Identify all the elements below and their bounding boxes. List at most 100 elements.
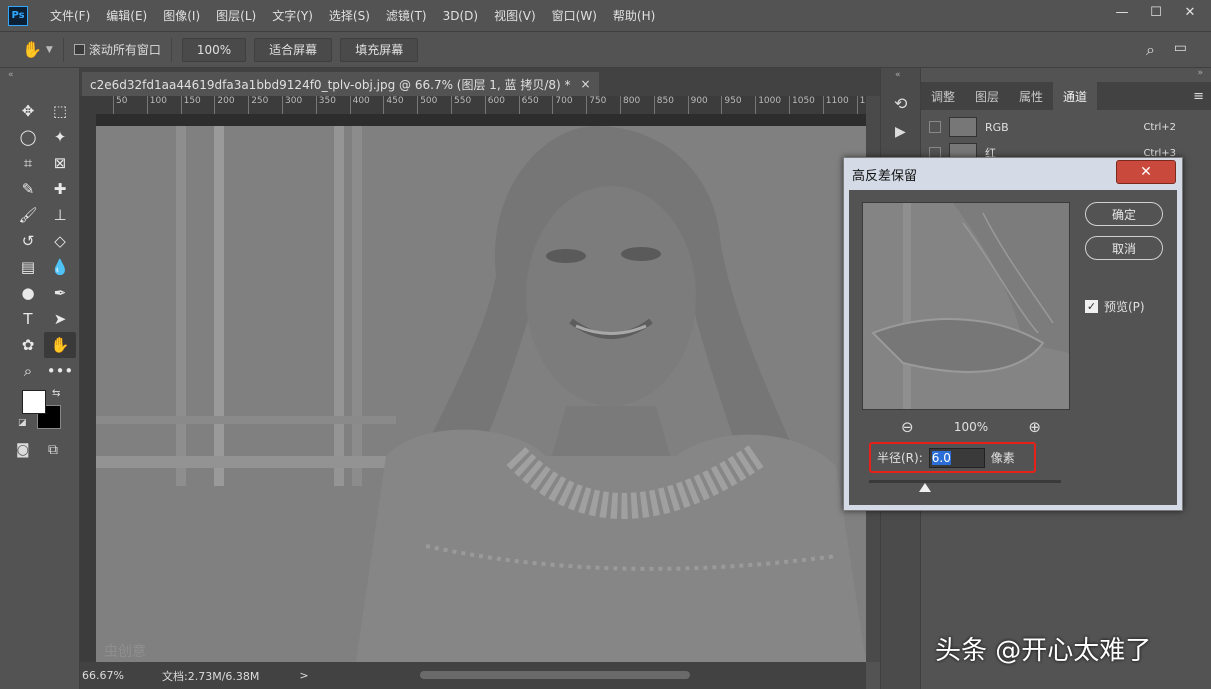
radius-slider-track[interactable] bbox=[869, 480, 1061, 483]
panel-menu-icon[interactable]: ≡ bbox=[1193, 89, 1204, 104]
menu-filter[interactable]: 滤镜(T) bbox=[378, 7, 435, 24]
eraser-tool-icon[interactable]: ◇ bbox=[44, 228, 76, 254]
document-tab[interactable]: c2e6d32fd1aa44619dfa3a1bbd9124f0_tplv-ob… bbox=[82, 72, 599, 96]
preview-option[interactable]: ✓ 预览(P) bbox=[1085, 298, 1145, 315]
ruler-tick-label: 100 bbox=[146, 96, 167, 114]
minimize-icon[interactable]: — bbox=[1107, 2, 1137, 22]
zoom-readout[interactable]: 66.67% bbox=[82, 669, 152, 682]
menu-window[interactable]: 窗口(W) bbox=[544, 7, 605, 24]
expand-icon[interactable]: » bbox=[1197, 68, 1203, 78]
search-icon[interactable]: ⌕ bbox=[1146, 40, 1155, 60]
brush-tool-icon[interactable]: 🖌 bbox=[12, 202, 44, 228]
radius-slider-thumb[interactable] bbox=[919, 483, 931, 492]
ruler-tick-label: 450 bbox=[383, 96, 404, 114]
svg-text:虫创意: 虫创意 bbox=[104, 643, 146, 660]
ruler-tick-label: 200 bbox=[214, 96, 235, 114]
preview-checkbox[interactable]: ✓ bbox=[1085, 300, 1098, 313]
hand-tool-icon[interactable]: ✋ bbox=[44, 332, 76, 358]
shape-tool-icon[interactable]: ✿ bbox=[12, 332, 44, 358]
more-tools-icon[interactable]: ••• bbox=[44, 358, 76, 384]
zoom-tool-icon[interactable]: ⌕ bbox=[12, 358, 44, 384]
move-tool-icon[interactable]: ✥ bbox=[12, 98, 44, 124]
default-colors-icon[interactable]: ◪ bbox=[18, 418, 27, 428]
path-select-tool-icon[interactable]: ➤ bbox=[44, 306, 76, 332]
magic-wand-tool-icon[interactable]: ✦ bbox=[44, 124, 76, 150]
menu-edit[interactable]: 编辑(E) bbox=[98, 7, 155, 24]
vertical-ruler bbox=[80, 96, 96, 662]
canvas-area[interactable]: 虫创意 bbox=[96, 114, 866, 662]
cancel-button[interactable]: 取消 bbox=[1085, 236, 1163, 260]
stamp-tool-icon[interactable]: ⊥ bbox=[44, 202, 76, 228]
menu-select[interactable]: 选择(S) bbox=[321, 7, 378, 24]
radius-unit: 像素 bbox=[990, 451, 1015, 465]
preview-zoom-level: 100% bbox=[953, 420, 989, 434]
ruler-tick-label: 800 bbox=[620, 96, 640, 114]
fill-screen-button[interactable]: 填充屏幕 bbox=[340, 37, 419, 62]
scroll-all-checkbox[interactable] bbox=[73, 44, 85, 55]
type-tool-icon[interactable]: T bbox=[12, 306, 44, 332]
collapse-icon[interactable]: « bbox=[8, 70, 14, 80]
close-window-icon[interactable]: ✕ bbox=[1175, 2, 1205, 22]
maximize-icon[interactable]: ☐ bbox=[1141, 2, 1171, 22]
menu-layer[interactable]: 图层(L) bbox=[208, 7, 264, 24]
tab-channels[interactable]: 通道 bbox=[1053, 82, 1098, 110]
workspace-icon[interactable]: ▭ bbox=[1174, 40, 1187, 56]
ruler-tick-label: 400 bbox=[349, 96, 370, 114]
ruler-tick-label: 1000 bbox=[755, 96, 781, 114]
dodge-tool-icon[interactable]: ● bbox=[12, 280, 44, 306]
quick-mask-icon[interactable]: ◙ bbox=[16, 442, 30, 458]
foreground-color-swatch[interactable] bbox=[22, 390, 46, 414]
ok-button[interactable]: 确定 bbox=[1085, 202, 1163, 226]
high-pass-dialog: 高反差保留 ✕ ⊖ 100% ⊕ 半径(R): 6.0 像素 确定 取消 ✓ 预… bbox=[843, 157, 1183, 511]
history-panel-icon[interactable]: ⟲ bbox=[894, 94, 907, 113]
hand-tool-icon[interactable]: ✋ bbox=[22, 40, 42, 59]
zoom-100-button[interactable]: 100% bbox=[181, 37, 247, 62]
ruler-tick-label: 500 bbox=[417, 96, 437, 114]
menu-file[interactable]: 文件(F) bbox=[42, 7, 98, 24]
dialog-close-button[interactable]: ✕ bbox=[1116, 160, 1176, 184]
menu-image[interactable]: 图像(I) bbox=[155, 7, 208, 24]
ruler-tick-label: 900 bbox=[687, 96, 708, 114]
tab-adjustments[interactable]: 调整 bbox=[921, 82, 965, 110]
screen-mode-icon[interactable]: ⧉ bbox=[48, 442, 58, 458]
radius-input[interactable]: 6.0 bbox=[928, 447, 985, 468]
tab-layers[interactable]: 图层 bbox=[965, 82, 1009, 110]
menu-view[interactable]: 视图(V) bbox=[486, 7, 544, 24]
channel-row-rgb[interactable]: RGB Ctrl+2 bbox=[921, 114, 1211, 140]
menu-3d[interactable]: 3D(D) bbox=[435, 9, 486, 23]
gradient-tool-icon[interactable]: ▤ bbox=[12, 254, 44, 280]
chevron-down-icon[interactable]: ▼ bbox=[46, 45, 53, 55]
document-tab-bar: c2e6d32fd1aa44619dfa3a1bbd9124f0_tplv-ob… bbox=[80, 68, 880, 96]
close-tab-icon[interactable]: × bbox=[581, 77, 591, 91]
history-brush-tool-icon[interactable]: ↺ bbox=[12, 228, 44, 254]
zoom-in-icon[interactable]: ⊕ bbox=[1028, 418, 1041, 436]
visibility-icon[interactable] bbox=[929, 121, 941, 133]
eyedropper-tool-icon[interactable]: ✎ bbox=[12, 176, 44, 202]
marquee-tool-icon[interactable]: ⬚ bbox=[44, 98, 76, 124]
options-bar: ✋ ▼ 滚动所有窗口 100% 适合屏幕 填充屏幕 ⌕ ▭ bbox=[0, 32, 1211, 68]
ruler-tick-label: 700 bbox=[552, 96, 573, 114]
filter-preview[interactable] bbox=[862, 202, 1070, 410]
crop-tool-icon[interactable]: ⌗ bbox=[12, 150, 44, 176]
horizontal-scrollbar[interactable] bbox=[420, 671, 690, 679]
swap-colors-icon[interactable]: ⇆ bbox=[52, 388, 60, 399]
pen-tool-icon[interactable]: ✒ bbox=[44, 280, 76, 306]
menu-help[interactable]: 帮助(H) bbox=[605, 7, 663, 24]
blur-tool-icon[interactable]: 💧 bbox=[44, 254, 76, 280]
divider bbox=[62, 37, 64, 62]
radius-highlight: 半径(R): 6.0 像素 bbox=[869, 442, 1036, 473]
collapse-icon[interactable]: « bbox=[895, 70, 901, 80]
tab-properties[interactable]: 属性 bbox=[1009, 82, 1053, 110]
actions-panel-icon[interactable]: ▶ bbox=[895, 124, 906, 140]
fit-screen-button[interactable]: 适合屏幕 bbox=[254, 37, 333, 62]
ruler-tick-label: 50 bbox=[113, 96, 127, 114]
healing-brush-tool-icon[interactable]: ✚ bbox=[44, 176, 76, 202]
tools-panel: « ✥ ⬚ ◯ ✦ ⌗ ⊠ ✎ ✚ 🖌 ⊥ ↺ ◇ ▤ 💧 ● ✒ T ➤ ✿ … bbox=[0, 68, 80, 689]
lasso-tool-icon[interactable]: ◯ bbox=[12, 124, 44, 150]
frame-tool-icon[interactable]: ⊠ bbox=[44, 150, 76, 176]
status-menu-arrow[interactable]: > bbox=[299, 669, 308, 682]
watermark: 头条 @开心太难了 bbox=[935, 636, 1152, 666]
zoom-out-icon[interactable]: ⊖ bbox=[901, 418, 914, 436]
menu-type[interactable]: 文字(Y) bbox=[264, 7, 321, 24]
document-title: c2e6d32fd1aa44619dfa3a1bbd9124f0_tplv-ob… bbox=[90, 77, 571, 92]
